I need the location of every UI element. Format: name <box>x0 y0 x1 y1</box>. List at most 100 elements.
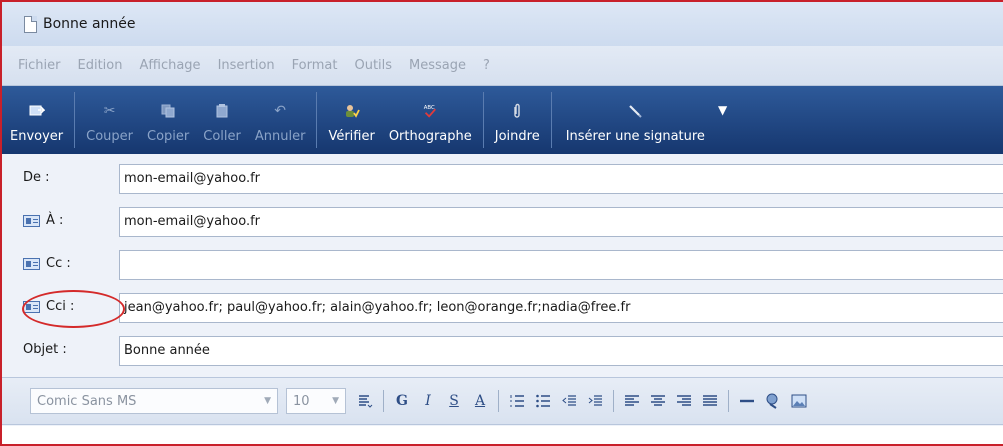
justify-icon <box>703 395 717 406</box>
cc-label-text: Cc : <box>46 256 71 271</box>
bcc-row: Cci : jean@yahoo.fr; paul@yahoo.fr; alai… <box>2 291 1003 327</box>
increase-indent-button[interactable] <box>584 390 606 412</box>
to-row: À : mon-email@yahoo.fr <box>2 205 1003 241</box>
message-window: Bonne année Fichier Edition Affichage In… <box>0 0 1003 446</box>
horizontal-line-button[interactable] <box>736 390 758 412</box>
decrease-indent-button[interactable] <box>558 390 580 412</box>
underline-button[interactable]: S <box>443 390 465 412</box>
undo-button[interactable]: ↶ Annuler <box>248 86 313 154</box>
menu-message[interactable]: Message <box>409 58 466 73</box>
subject-label-text: Objet : <box>23 342 67 357</box>
hyperlink-icon <box>766 393 778 409</box>
document-icon <box>24 15 37 33</box>
numbered-list-icon <box>510 395 524 407</box>
paragraph-style-button[interactable] <box>354 390 376 412</box>
align-center-button[interactable] <box>647 390 669 412</box>
toolbar-separator <box>550 92 552 148</box>
cc-row: Cc : <box>2 248 1003 284</box>
to-field[interactable]: mon-email@yahoo.fr <box>119 207 1003 237</box>
font-size-value: 10 <box>293 393 310 409</box>
copy-label: Copier <box>147 129 190 144</box>
align-left-button[interactable] <box>621 390 643 412</box>
window-title: Bonne année <box>43 16 136 32</box>
undo-label: Annuler <box>254 129 306 144</box>
menu-help[interactable]: ? <box>483 58 490 73</box>
send-button[interactable]: Envoyer <box>2 86 70 154</box>
copy-button[interactable]: Copier <box>140 86 196 154</box>
align-center-icon <box>651 395 665 406</box>
from-row: De : mon-email@yahoo.fr <box>2 162 1003 198</box>
toolbar-separator <box>482 92 484 148</box>
insert-signature-button[interactable]: Insérer une signature <box>556 86 712 154</box>
font-size-select[interactable]: 10 ▼ <box>286 388 346 414</box>
spelling-button[interactable]: ABC Orthographe <box>382 86 479 154</box>
from-field[interactable]: mon-email@yahoo.fr <box>119 164 1003 194</box>
from-label-text: De : <box>23 170 50 185</box>
menu-affichage[interactable]: Affichage <box>139 58 200 73</box>
format-toolbar: Comic Sans MS ▼ 10 ▼ G I S A <box>2 377 1003 425</box>
decrease-indent-icon <box>562 395 576 406</box>
insert-signature-label: Insérer une signature <box>565 129 705 144</box>
to-label[interactable]: À : <box>23 213 63 228</box>
address-book-icon <box>23 300 40 313</box>
undo-icon: ↶ <box>274 103 287 119</box>
message-body[interactable] <box>2 426 1003 444</box>
send-label: Envoyer <box>10 129 64 144</box>
subject-row: Objet : Bonne année <box>2 334 1003 370</box>
font-family-value: Comic Sans MS <box>37 393 137 409</box>
insert-hyperlink-button[interactable] <box>762 390 784 412</box>
align-right-button[interactable] <box>673 390 695 412</box>
cc-label[interactable]: Cc : <box>23 256 71 271</box>
toolbar-separator <box>74 92 76 148</box>
check-names-label: Vérifier <box>328 129 375 144</box>
address-book-icon <box>23 257 40 270</box>
check-names-icon <box>344 103 360 119</box>
title-bar: Bonne année <box>2 2 1003 46</box>
italic-button[interactable]: I <box>417 390 439 412</box>
scissors-icon: ✂ <box>103 103 116 119</box>
subject-field[interactable]: Bonne année <box>119 336 1003 366</box>
send-icon <box>29 103 45 119</box>
menu-bar: Fichier Edition Affichage Insertion Form… <box>2 46 1003 86</box>
spelling-label: Orthographe <box>388 129 472 144</box>
format-separator <box>498 390 499 412</box>
bullet-list-button[interactable] <box>532 390 554 412</box>
spellcheck-icon: ABC <box>422 103 438 119</box>
check-names-button[interactable]: Vérifier <box>321 86 381 154</box>
copy-icon <box>160 103 176 119</box>
paste-label: Coller <box>203 129 241 144</box>
signature-dropdown-icon[interactable]: ▼ <box>718 103 727 117</box>
chevron-down-icon: ▼ <box>332 396 339 406</box>
font-family-select[interactable]: Comic Sans MS ▼ <box>30 388 278 414</box>
toolbar: Envoyer ✂ Couper Copier Coller ↶ Annuler <box>2 86 1003 154</box>
paragraph-style-icon <box>359 395 373 408</box>
image-icon <box>791 394 807 408</box>
numbered-list-button[interactable] <box>506 390 528 412</box>
insert-image-button[interactable] <box>788 390 810 412</box>
subject-label: Objet : <box>23 342 67 357</box>
menu-fichier[interactable]: Fichier <box>18 58 61 73</box>
message-header: De : mon-email@yahoo.fr À : mon-email@ya… <box>2 154 1003 374</box>
bcc-field[interactable]: jean@yahoo.fr; paul@yahoo.fr; alain@yaho… <box>119 293 1003 323</box>
horizontal-line-icon <box>740 399 754 403</box>
cut-button[interactable]: ✂ Couper <box>79 86 140 154</box>
attach-button[interactable]: Joindre <box>488 86 547 154</box>
format-separator <box>728 390 729 412</box>
cc-field[interactable] <box>119 250 1003 280</box>
increase-indent-icon <box>588 395 602 406</box>
address-book-icon <box>23 214 40 227</box>
cut-label: Couper <box>86 129 134 144</box>
font-color-button[interactable]: A <box>469 390 491 412</box>
bcc-label-text: Cci : <box>46 299 75 314</box>
menu-format[interactable]: Format <box>292 58 338 73</box>
menu-outils[interactable]: Outils <box>354 58 392 73</box>
menu-insertion[interactable]: Insertion <box>218 58 275 73</box>
menu-edition[interactable]: Edition <box>78 58 123 73</box>
bold-button[interactable]: G <box>391 390 413 412</box>
pen-icon <box>627 103 643 119</box>
bcc-label[interactable]: Cci : <box>23 299 74 314</box>
bullet-list-icon <box>536 394 550 408</box>
align-right-icon <box>677 395 691 406</box>
justify-button[interactable] <box>699 390 721 412</box>
paste-button[interactable]: Coller <box>196 86 248 154</box>
